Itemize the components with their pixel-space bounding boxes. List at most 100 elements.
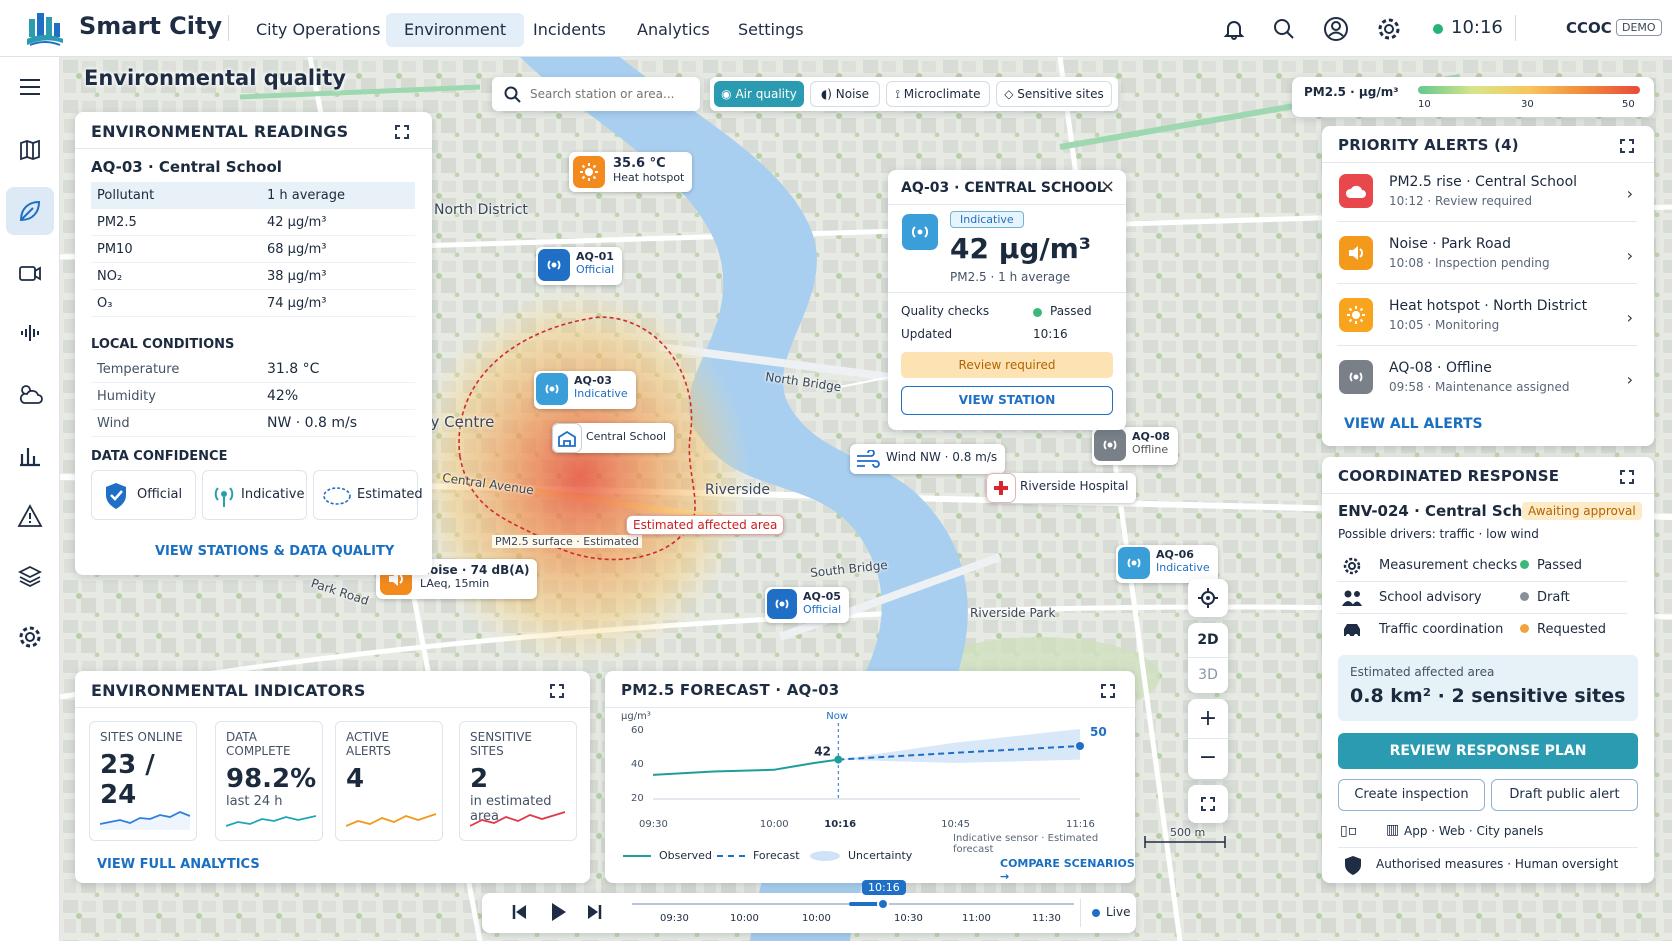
alerts-title: PRIORITY ALERTS (4) — [1338, 136, 1519, 154]
locate-button[interactable] — [1188, 579, 1228, 617]
zoom-in-button[interactable]: + — [1188, 699, 1228, 739]
station-aq06[interactable]: AQ-06 Indicative — [1116, 545, 1218, 583]
bell-icon[interactable] — [1223, 18, 1245, 44]
alert-title: Heat hotspot · North District — [1389, 298, 1588, 314]
heat-value: 35.6 °C — [613, 156, 666, 171]
expand-icon[interactable] — [1101, 684, 1115, 698]
review-response-plan-button[interactable]: REVIEW RESPONSE PLAN — [1338, 733, 1638, 769]
view-full-analytics-link[interactable]: VIEW FULL ANALYTICS — [97, 857, 260, 872]
affected-area-label: Estimated affected area — [626, 515, 785, 535]
close-icon[interactable]: × — [1100, 176, 1115, 197]
view-3d-button[interactable]: 3D — [1188, 658, 1228, 693]
timeline-tick: 10:00 — [730, 913, 759, 924]
sensor-icon — [536, 373, 568, 405]
draft-public-alert-button[interactable]: Draft public alert — [1491, 779, 1638, 811]
alert-item[interactable]: AQ-08 · Offline 09:58 · Maintenance assi… — [1337, 350, 1637, 408]
nav-analytics[interactable]: Analytics — [619, 13, 728, 47]
search-box[interactable] — [492, 77, 700, 111]
user-avatar-icon[interactable] — [1323, 16, 1349, 46]
layer-microclimate[interactable]: ⟟ Microclimate — [886, 81, 990, 107]
step-label: School advisory — [1379, 590, 1482, 605]
alert-item[interactable]: PM2.5 rise · Central School 10:12 · Revi… — [1337, 164, 1637, 222]
station-aq06-status: Indicative — [1156, 561, 1210, 574]
sound-wave-icon[interactable] — [6, 309, 54, 357]
station-popup: AQ-03 · CENTRAL SCHOOL × Indicative 42 µ… — [888, 170, 1126, 430]
settings-icon[interactable] — [6, 613, 54, 661]
layers-icon[interactable] — [6, 552, 54, 600]
legend-title: PM2.5 · µg/m³ — [1304, 85, 1399, 99]
layer-sensitive-sites-label: Sensitive sites — [1017, 87, 1104, 101]
create-inspection-button[interactable]: Create inspection — [1338, 779, 1485, 811]
warning-icon[interactable] — [6, 492, 54, 540]
expand-icon[interactable] — [1620, 470, 1634, 484]
alert-title: PM2.5 rise · Central School — [1389, 174, 1578, 190]
layer-sensitive-sites[interactable]: ◇ Sensitive sites — [996, 81, 1112, 107]
timeline-handle[interactable] — [877, 898, 889, 910]
nav-settings[interactable]: Settings — [720, 13, 822, 47]
skip-back-icon[interactable] — [512, 903, 528, 925]
station-aq05[interactable]: AQ-05 Official — [765, 587, 850, 623]
expand-icon[interactable] — [395, 125, 409, 139]
station-aq05-id: AQ-05 — [803, 590, 841, 603]
layer-air-quality[interactable]: ◉ Air quality — [714, 81, 804, 107]
forecast-end-point — [1076, 742, 1084, 750]
checks-label: Quality checks — [901, 304, 990, 318]
kpi-value: 4 — [346, 764, 365, 794]
station-aq08[interactable]: AQ-08 Offline — [1092, 427, 1178, 465]
live-label[interactable]: Live — [1106, 905, 1131, 919]
case-drivers: Possible drivers: traffic · low wind — [1338, 527, 1539, 541]
condition-value: 42% — [267, 388, 299, 404]
x-tick-label: 11:16 — [1066, 819, 1095, 830]
station-aq03[interactable]: AQ-03 Indicative — [534, 371, 636, 409]
pollutant-table: Pollutant 1 h average PM2.5 42 µg/m³ PM10 6… — [91, 182, 415, 317]
view-stations-link[interactable]: VIEW STATIONS & DATA QUALITY — [155, 544, 394, 559]
gear-icon[interactable] — [1376, 16, 1402, 46]
devices-icon: ▯▫ — [1340, 823, 1358, 839]
view-station-button[interactable]: VIEW STATION — [901, 386, 1113, 415]
kpi-sparkline — [470, 811, 565, 827]
expand-icon[interactable] — [550, 684, 564, 698]
central-school-marker[interactable]: Central School — [552, 423, 675, 453]
leaf-icon[interactable] — [6, 187, 54, 235]
fullscreen-button[interactable] — [1188, 785, 1228, 823]
skip-forward-icon[interactable] — [586, 903, 602, 925]
nav-city-operations[interactable]: City Operations — [238, 13, 398, 47]
nav-environment[interactable]: Environment — [386, 13, 525, 47]
station-aq08-status: Offline — [1132, 443, 1169, 456]
zoom-out-button[interactable]: − — [1188, 739, 1228, 779]
search-icon — [504, 86, 521, 103]
sensor-offline-icon — [1339, 360, 1373, 394]
now-point — [834, 755, 843, 764]
kpi-label: DATA COMPLETE — [226, 730, 291, 758]
uncertainty-band — [838, 729, 1080, 763]
camera-icon[interactable] — [6, 249, 54, 297]
review-banner: Review required — [901, 352, 1113, 378]
confidence-title: DATA CONFIDENCE — [91, 449, 228, 464]
heat-hotspot-marker[interactable]: 35.6 °C Heat hotspot — [569, 152, 693, 192]
forecast-chart: µg/m³ 60 40 20 09:30 10:00 10:16 10:45 11:16 Now 4… — [621, 711, 1107, 830]
menu-icon[interactable] — [6, 63, 54, 111]
hospital-marker[interactable]: Riverside Hospital — [986, 473, 1137, 503]
map-icon[interactable] — [6, 126, 54, 174]
expand-icon[interactable] — [1620, 139, 1634, 153]
timeline-tick: 10:30 — [894, 913, 923, 924]
kpi-sparkline — [346, 813, 436, 827]
alert-item[interactable]: Heat hotspot · North District 10:05 · Mo… — [1337, 288, 1637, 346]
layer-noise[interactable]: ◖) Noise — [810, 81, 880, 107]
central-school-label: Central School — [586, 430, 667, 443]
view-2d-button[interactable]: 2D — [1188, 623, 1228, 658]
alert-sub: 10:12 · Review required — [1389, 194, 1532, 208]
view-all-alerts-link[interactable]: VIEW ALL ALERTS — [1344, 416, 1483, 432]
play-icon[interactable] — [550, 901, 568, 927]
bar-chart-icon[interactable] — [6, 431, 54, 479]
search-icon[interactable] — [1273, 18, 1295, 44]
uncertainty-band-icon — [810, 850, 840, 861]
compare-scenarios-link[interactable]: COMPARE SCENARIOS → — [1000, 857, 1135, 883]
search-input[interactable] — [530, 83, 690, 105]
step-state: Requested — [1520, 622, 1606, 637]
nav-incidents[interactable]: Incidents — [515, 13, 624, 47]
step-state-label: Requested — [1537, 622, 1607, 637]
station-aq01[interactable]: AQ-01 Official — [536, 247, 623, 285]
weather-icon[interactable] — [6, 370, 54, 418]
alert-item[interactable]: Noise · Park Road 10:08 · Inspection pen… — [1337, 226, 1637, 284]
